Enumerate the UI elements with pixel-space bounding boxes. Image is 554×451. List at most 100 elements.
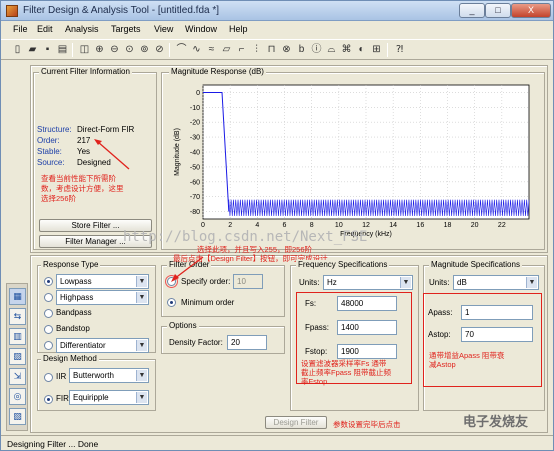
lowpass-select[interactable]: Lowpass ▼ [56,274,149,289]
menu-view[interactable]: View [154,24,173,34]
x-tick-label: 0 [201,222,205,229]
frequency-specs-title: Frequency Specifications [296,260,390,269]
zoom-x-icon[interactable]: ⊙ [123,43,136,56]
options-title: Options [167,321,199,330]
menu-file[interactable]: File [13,24,28,34]
create-multirate-icon[interactable]: ▥ [9,328,26,345]
open-folder-icon[interactable]: ▰ [26,43,39,56]
differentiator-radio[interactable] [44,341,53,350]
pole-zero-editor-icon[interactable]: ◎ [9,388,26,405]
lowpass-radio[interactable] [44,277,53,286]
close-button[interactable]: X [511,3,551,18]
structure-label: Structure: [37,125,72,134]
y-tick-label: -40 [190,150,200,157]
save-icon[interactable]: ▪ [41,43,54,56]
mag-phase-icon[interactable]: ≈ [205,43,218,56]
group-delay-icon[interactable]: ▱ [220,43,233,56]
transform-filter-icon[interactable]: ⇆ [9,308,26,325]
y-tick-label: -60 [190,179,200,186]
bandpass-radio[interactable] [44,309,53,318]
step-response-icon[interactable]: ⊓ [265,43,278,56]
x-tick-label: 10 [335,222,343,229]
mag-units-select[interactable]: dB ▼ [453,275,539,290]
menu-window[interactable]: Window [185,24,217,34]
impulse-response-icon[interactable]: ⫶ [250,43,263,56]
realize-model-icon[interactable]: ▧ [9,408,26,425]
specify-order-radio[interactable] [167,277,176,286]
fstop-input[interactable]: 1900 [337,344,397,359]
design-filter-button[interactable]: Design Filter [265,416,327,429]
zoom-y-icon[interactable]: ⊚ [138,43,151,56]
design-filter-panel-icon[interactable]: ▦ [9,288,26,305]
highpass-radio[interactable] [44,293,53,302]
pole-zero-icon[interactable]: ⊗ [280,43,293,56]
filter-order-panel [161,265,285,317]
highpass-select[interactable]: Highpass ▼ [56,290,149,305]
bandpass-label: Bandpass [56,308,92,317]
bandstop-radio[interactable] [44,325,53,334]
minimum-order-radio[interactable] [167,298,176,307]
grid-icon[interactable]: ⊞ [370,43,383,56]
magnitude-specs-title: Magnitude Specifications [429,260,522,269]
response-type-title: Response Type [41,260,101,269]
side-toolbar: ▦ ⇆ ▥ ▨ ⇲ ◎ ▧ [6,283,28,431]
menu-help[interactable]: Help [229,24,248,34]
density-factor-input[interactable]: 20 [227,335,267,350]
stable-label: Stable: [37,147,62,156]
source-value: Designed [77,158,111,167]
minimize-button[interactable]: _ [459,3,485,18]
phase-delay-icon[interactable]: ⌐ [235,43,248,56]
freq-units-select[interactable]: Hz ▼ [323,275,413,290]
fpass-input[interactable]: 1400 [337,320,397,335]
quantize-filter-icon[interactable]: ▨ [9,348,26,365]
legend-icon[interactable]: ◐ [355,43,368,56]
y-tick-label: -80 [190,209,200,216]
fs-input[interactable]: 48000 [337,296,397,311]
print-preview-icon[interactable]: ◫ [78,43,91,56]
iir-method-select[interactable]: Butterworth ▼ [69,368,149,383]
coefficients-icon[interactable]: b [295,43,308,56]
specify-order-label: Specify order: [181,277,231,286]
order-value: 217 [77,136,91,145]
phase-response-icon[interactable]: ∿ [190,43,203,56]
round-off-noise-icon[interactable]: ⌘ [340,43,353,56]
specify-order-input[interactable]: 10 [233,274,263,289]
elecfans-logo: 电子发烧友 [463,414,529,429]
iir-radio[interactable] [44,373,53,382]
blog-watermark: http://blog.csdn.net/Next_FSE [123,229,368,245]
zoom-in-icon[interactable]: ⊕ [93,43,106,56]
filter-info-icon[interactable]: ⓘ [310,43,323,56]
y-tick-label: 0 [196,90,200,97]
design-method-title: Design Method [41,354,99,363]
maximize-button[interactable]: □ [485,3,511,18]
whats-this-help-icon[interactable]: ⁈ [393,43,406,56]
y-tick-label: -20 [190,120,200,127]
mag-units-label: Units: [429,278,450,287]
fir-method-select[interactable]: Equiripple ▼ [69,390,149,405]
full-view-icon[interactable]: ⊘ [153,43,166,56]
x-tick-label: 20 [471,222,479,229]
density-factor-label: Density Factor: [169,338,223,347]
zoom-out-icon[interactable]: ⊖ [108,43,121,56]
y-tick-label: -10 [190,105,200,112]
apass-input[interactable]: 1 [461,305,533,320]
status-text: Designing Filter ... Done [7,439,99,449]
done-note: 参数设置完毕后点击 [333,420,401,429]
new-file-icon[interactable]: ▯ [11,43,24,56]
menu-bar: File Edit Analysis Targets View Window H… [1,21,553,39]
menu-edit[interactable]: Edit [37,24,53,34]
import-filter-icon[interactable]: ⇲ [9,368,26,385]
magnitude-estimate-icon[interactable]: ⌓ [325,43,338,56]
magnitude-response-title: Magnitude Response (dB) [169,67,266,76]
print-icon[interactable]: ▤ [56,43,69,56]
magnitude-response-icon[interactable]: ⌒ [175,43,188,56]
magnitude-response-chart: 0 2 4 6 8 10 12 14 16 18 20 22 0 -10 -20 -30 -40 -50 -60 -7… [174,84,530,238]
stable-value: Yes [77,147,91,156]
fir-radio[interactable] [44,395,53,404]
differentiator-select[interactable]: Differentiator ▼ [56,338,149,353]
menu-targets[interactable]: Targets [111,24,141,34]
mag-note: 通带增益Apass 阻带衰减Astop [429,351,505,369]
x-tick-label: 6 [283,222,287,229]
menu-analysis[interactable]: Analysis [65,24,99,34]
astop-input[interactable]: 70 [461,327,533,342]
